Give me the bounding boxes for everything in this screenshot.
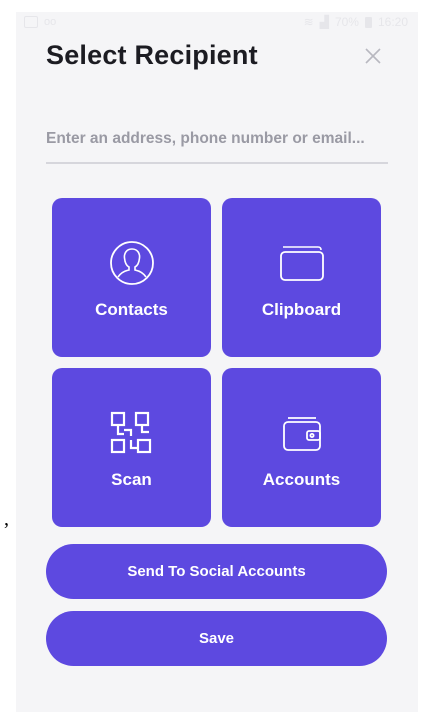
- save-button[interactable]: Save: [46, 611, 387, 666]
- tile-label: Clipboard: [261, 300, 342, 319]
- battery-percent: 70%: [334, 15, 359, 29]
- contacts-tile[interactable]: Contacts: [52, 198, 211, 357]
- page-title: Select Recipient: [46, 40, 258, 70]
- contact-avatar-icon: [109, 240, 155, 286]
- wifi-icon: ≋: [303, 15, 314, 29]
- battery-icon: [364, 16, 372, 28]
- qr-scan-icon: [109, 410, 155, 456]
- status-bar: oo ≋ ▟ 70% 16:20: [16, 12, 418, 34]
- recipient-input[interactable]: [46, 130, 388, 162]
- app-screen: oo ≋ ▟ 70% 16:20 Select Recipient Cont: [16, 12, 418, 712]
- tile-label: Scan: [111, 470, 152, 489]
- clipboard-icon: [278, 240, 326, 286]
- scan-tile[interactable]: Scan: [52, 368, 211, 527]
- image-notification-icon: [24, 16, 38, 28]
- close-icon[interactable]: [363, 46, 383, 66]
- input-underline: [46, 162, 388, 164]
- accounts-tile[interactable]: Accounts: [222, 368, 381, 527]
- voicemail-icon: oo: [44, 16, 57, 28]
- recipient-field: [46, 130, 388, 164]
- tile-label: Accounts: [262, 470, 341, 489]
- wallet-icon: [280, 410, 324, 456]
- page-fragment-text: ,: [4, 508, 9, 530]
- clipboard-tile[interactable]: Clipboard: [222, 198, 381, 357]
- send-to-social-accounts-button[interactable]: Send To Social Accounts: [46, 544, 387, 599]
- signal-icon: ▟: [319, 15, 329, 29]
- clock: 16:20: [377, 15, 408, 29]
- tile-label: Contacts: [95, 300, 168, 319]
